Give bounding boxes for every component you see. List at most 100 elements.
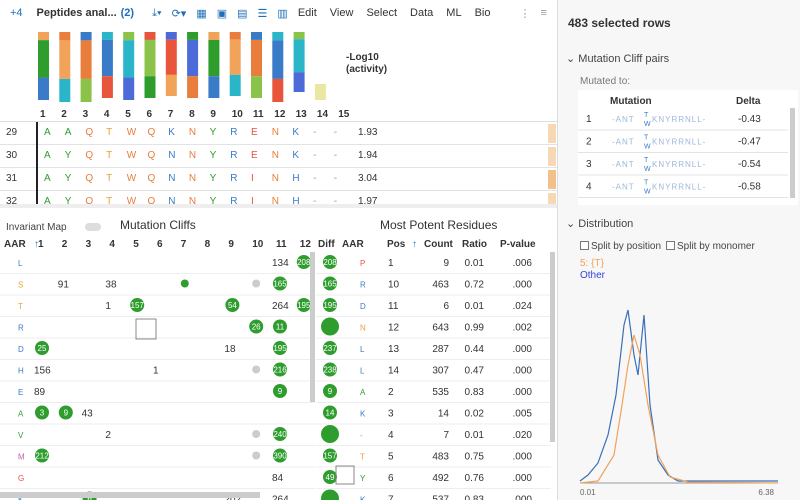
position-header[interactable]: 7 [181, 239, 187, 250]
cliff-circle[interactable] [180, 279, 189, 288]
mutation-cliff-pairs-header[interactable]: ⌄ Mutation Cliff pairs [566, 52, 669, 65]
checkbox[interactable] [666, 241, 675, 250]
mp-header[interactable]: Diff [318, 239, 335, 250]
residue-cell: Y [64, 173, 72, 184]
cliff-count[interactable]: 134 [272, 258, 289, 269]
checkbox[interactable] [580, 241, 589, 250]
cliff-count[interactable]: 264 [272, 495, 289, 500]
chart-icon[interactable]: ▥ [277, 7, 287, 20]
residue-cell: T [106, 173, 113, 184]
cliff-circle[interactable] [252, 279, 261, 288]
position-header[interactable]: 5 [133, 239, 139, 250]
mp-header[interactable]: Count [424, 239, 454, 250]
list-icon[interactable]: ☰ [258, 7, 268, 20]
diff-circle[interactable] [321, 489, 339, 500]
pos-cell: 5 [388, 452, 394, 463]
cliff-circle-label: 195 [297, 301, 311, 310]
scrollbar[interactable] [550, 252, 555, 442]
cliff-circle[interactable] [252, 365, 261, 374]
position-header[interactable]: 8 [205, 239, 211, 250]
cliff-circle[interactable] [252, 451, 261, 460]
cliff-circle-label: 157 [131, 301, 145, 310]
position-header[interactable]: 11 [276, 239, 287, 250]
menu-data[interactable]: Data [410, 7, 433, 19]
diff-label: 195 [323, 301, 337, 310]
sequence-logo[interactable]: 1 2 3 4 5 6 7 8 9 10 11 12 13 14 15 -Log10 (activity) [0, 26, 557, 122]
logo-position-label: 10 [232, 109, 244, 120]
settings-icon[interactable]: ≡ [540, 7, 546, 19]
residue-cell: A [44, 127, 51, 138]
menu-dots-icon[interactable]: ⋮ [519, 7, 530, 20]
cliff-count[interactable]: 89 [34, 387, 46, 398]
cliff-count[interactable]: 264 [272, 301, 289, 312]
pvalue-cell: .002 [513, 323, 533, 334]
split-by-position[interactable]: Split by position [580, 241, 661, 252]
mutation-pairs-table[interactable]: Mutation Delta1 -ANT TWKNYRRNLL- -0.432 -ANT T… [578, 90, 798, 205]
position-header[interactable]: 2 [62, 239, 68, 250]
split-icon[interactable]: ▤ [237, 7, 247, 20]
hidden-count[interactable]: +4 [10, 7, 23, 19]
menu-bio[interactable]: Bio [475, 7, 491, 19]
view-title[interactable]: Peptides anal... [37, 7, 117, 19]
count-cell: 7 [443, 430, 449, 441]
mutated-to-label: Mutated to: [580, 76, 631, 87]
position-header[interactable]: 1 [38, 239, 44, 250]
aar-label: V [18, 431, 24, 440]
diff-circle[interactable] [321, 425, 339, 443]
logo-position-label: 12 [274, 109, 286, 120]
menu-view[interactable]: View [330, 7, 354, 19]
scrollbar[interactable] [310, 252, 315, 402]
pair-sub-bottom: W [644, 166, 651, 173]
position-header[interactable]: 9 [228, 239, 234, 250]
menu-select[interactable]: Select [366, 7, 397, 19]
position-header[interactable]: 12 [300, 239, 312, 250]
position-header[interactable]: 6 [157, 239, 163, 250]
position-header[interactable]: 3 [86, 239, 92, 250]
most-potent-table[interactable]: Diff AAR Pos Count Ratio P-value ↑ 208 P 1 9 0.01 .0… [316, 234, 557, 500]
cliff-count[interactable]: 38 [105, 280, 117, 291]
logo-stack-segment [187, 32, 199, 40]
h-scrollbar[interactable] [0, 492, 260, 498]
cliff-count[interactable]: 18 [224, 344, 236, 355]
cliff-count[interactable]: 84 [272, 473, 284, 484]
mp-header[interactable]: AAR [342, 239, 364, 250]
selected-curve [579, 334, 779, 484]
cliff-circle[interactable] [252, 430, 261, 438]
mp-header[interactable]: Ratio [462, 239, 487, 250]
split-by-monomer[interactable]: Split by monomer [666, 241, 755, 252]
pvalue-cell: .000 [513, 387, 533, 398]
logo-stack-segment [101, 32, 113, 40]
cliff-count[interactable]: 2 [105, 430, 111, 441]
cliff-count[interactable]: 91 [58, 280, 70, 291]
sort-icon[interactable]: ↑ [412, 239, 417, 250]
mp-header[interactable]: P-value [500, 239, 536, 250]
cliff-count[interactable]: 1 [153, 366, 159, 377]
aar-header: AAR [4, 239, 26, 250]
ratio-cell: 0.75 [465, 452, 485, 463]
sequence-grid[interactable]: 29 A A Q T W Q K N Y R E N K - -1.93 30 A Y Q T W Q N N Y R E N K - -1.… [0, 122, 557, 204]
grid-icon[interactable]: ▦ [196, 7, 206, 20]
table-row[interactable]: 32 A Y Q T W Q N N Y R I N H - - 1.97 [0, 191, 557, 204]
table-row[interactable]: 31 A Y Q T W Q N N Y R I N H - -3.04 [0, 168, 557, 191]
mp-header[interactable]: Pos [387, 239, 406, 250]
download-icon[interactable]: ⤓▾ [152, 7, 161, 20]
layout-icon[interactable]: ▣ [217, 7, 227, 20]
invariant-map-toggle[interactable] [85, 223, 101, 231]
cliff-count[interactable]: 43 [82, 409, 94, 420]
distribution-header[interactable]: ⌄ Distribution [566, 217, 633, 230]
mutation-cliffs-grid[interactable]: AAR ↑ 1 2 3 4 5 6 7 8 9 10 11 12L 134 208S 91 38 165T 1 2641… [0, 234, 315, 500]
cliff-count[interactable]: 1 [105, 301, 111, 312]
pair-sub-bottom: W [644, 144, 651, 151]
scrollbar[interactable] [790, 108, 795, 198]
menu-edit[interactable]: Edit [298, 7, 317, 19]
diff-circle[interactable] [321, 317, 339, 336]
residue-cell: Q [85, 150, 94, 161]
refresh-icon[interactable]: ⟳▾ [172, 7, 187, 20]
menu-ml[interactable]: ML [446, 7, 461, 19]
table-row[interactable]: 29 A A Q T W Q K N Y R E N K - -1.93 [0, 122, 557, 145]
position-header[interactable]: 10 [252, 239, 264, 250]
table-row[interactable]: 30 A Y Q T W Q N N Y R E N K - -1.94 [0, 145, 557, 168]
position-header[interactable]: 4 [109, 239, 115, 250]
residue-cell: Q [147, 127, 156, 138]
cliff-count[interactable]: 156 [34, 366, 51, 377]
